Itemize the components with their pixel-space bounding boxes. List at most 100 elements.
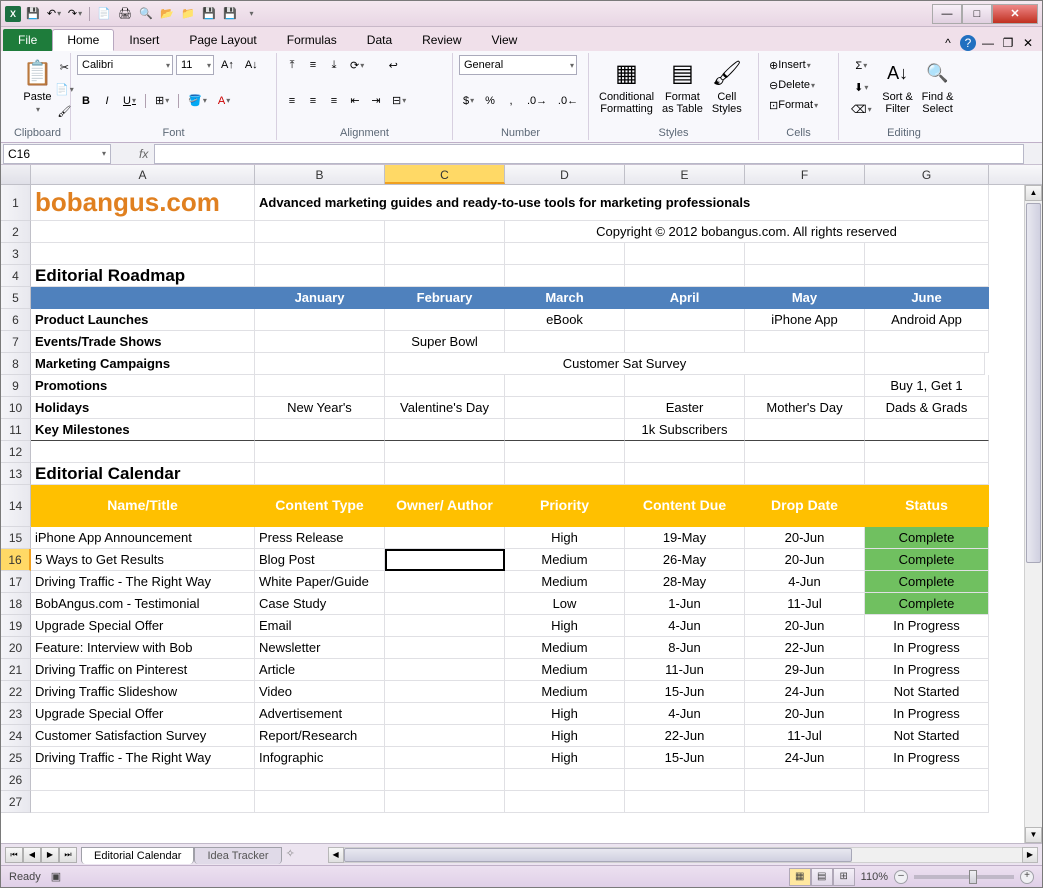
cell[interactable]: [31, 791, 255, 813]
cell[interactable]: [31, 287, 255, 309]
saveas-icon[interactable]: 💾: [221, 5, 239, 23]
orientation-icon[interactable]: ⟳▾: [346, 55, 368, 75]
roadmap-cell[interactable]: [865, 331, 989, 353]
roadmap-cell[interactable]: [505, 419, 625, 441]
calendar-owner-cell[interactable]: [385, 703, 505, 725]
calendar-header[interactable]: Content Type: [255, 485, 385, 527]
roadmap-cell[interactable]: [385, 375, 505, 397]
cell[interactable]: [745, 463, 865, 485]
cell[interactable]: [505, 791, 625, 813]
month-header[interactable]: June: [865, 287, 989, 309]
month-header[interactable]: February: [385, 287, 505, 309]
calendar-priority-cell[interactable]: Medium: [505, 571, 625, 593]
cell[interactable]: [385, 221, 505, 243]
align-bottom-icon[interactable]: ⤓: [325, 55, 343, 75]
zoom-in-icon[interactable]: +: [1020, 870, 1034, 884]
row-header[interactable]: 27: [1, 791, 31, 813]
next-sheet-icon[interactable]: ▶: [41, 847, 59, 863]
calendar-priority-cell[interactable]: High: [505, 725, 625, 747]
roadmap-cell[interactable]: [505, 397, 625, 419]
calendar-status-cell[interactable]: In Progress: [865, 747, 989, 769]
roadmap-cell[interactable]: 1k Subscribers: [625, 419, 745, 441]
row-header[interactable]: 4: [1, 265, 31, 287]
calendar-type-cell[interactable]: Email: [255, 615, 385, 637]
format-painter-icon[interactable]: 🖌: [51, 101, 78, 121]
cell[interactable]: [745, 791, 865, 813]
cell[interactable]: [505, 769, 625, 791]
cell[interactable]: [385, 265, 505, 287]
cell[interactable]: [31, 769, 255, 791]
calendar-owner-cell[interactable]: [385, 725, 505, 747]
normal-view-icon[interactable]: ▦: [789, 868, 811, 886]
column-header-E[interactable]: E: [625, 165, 745, 184]
roadmap-cell[interactable]: [625, 331, 745, 353]
row-header[interactable]: 7: [1, 331, 31, 353]
minimize-ribbon-icon[interactable]: ^: [940, 35, 956, 51]
fill-color-icon[interactable]: 🪣▾: [184, 91, 211, 111]
roadmap-cell[interactable]: Mother's Day: [745, 397, 865, 419]
column-header-G[interactable]: G: [865, 165, 989, 184]
scroll-down-icon[interactable]: ▼: [1025, 827, 1042, 843]
calendar-drop-cell[interactable]: 24-Jun: [745, 747, 865, 769]
cell[interactable]: [745, 265, 865, 287]
row-header[interactable]: 9: [1, 375, 31, 397]
tab-insert[interactable]: Insert: [114, 29, 174, 51]
wb-close-icon[interactable]: ✕: [1020, 35, 1036, 51]
zoom-slider-handle[interactable]: [969, 870, 977, 884]
calendar-due-cell[interactable]: 4-Jun: [625, 703, 745, 725]
column-header-D[interactable]: D: [505, 165, 625, 184]
zoom-level[interactable]: 110%: [861, 871, 888, 883]
row-header[interactable]: 19: [1, 615, 31, 637]
row-header[interactable]: 26: [1, 769, 31, 791]
roadmap-cell[interactable]: Easter: [625, 397, 745, 419]
calendar-status-cell[interactable]: In Progress: [865, 703, 989, 725]
cell[interactable]: [255, 265, 385, 287]
scroll-right-icon[interactable]: ▶: [1022, 847, 1038, 863]
roadmap-cell[interactable]: Buy 1, Get 1: [865, 375, 989, 397]
roadmap-cell[interactable]: Dads & Grads: [865, 397, 989, 419]
calendar-priority-cell[interactable]: High: [505, 747, 625, 769]
row-header[interactable]: 23: [1, 703, 31, 725]
calendar-drop-cell[interactable]: 22-Jun: [745, 637, 865, 659]
row-header[interactable]: 1: [1, 185, 31, 221]
calendar-type-cell[interactable]: Press Release: [255, 527, 385, 549]
align-top-icon[interactable]: ⤒: [283, 55, 301, 75]
wb-minimize-icon[interactable]: —: [980, 35, 996, 51]
open-icon[interactable]: 📂: [158, 5, 176, 23]
calendar-due-cell[interactable]: 26-May: [625, 549, 745, 571]
tab-file[interactable]: File: [3, 29, 52, 51]
calendar-due-cell[interactable]: 11-Jun: [625, 659, 745, 681]
cell-styles-button[interactable]: 🖌 Cell Styles: [707, 55, 747, 117]
currency-icon[interactable]: $▾: [459, 91, 478, 111]
zoom-out-icon[interactable]: –: [894, 870, 908, 884]
roadmap-cell[interactable]: eBook: [505, 309, 625, 331]
calendar-status-cell[interactable]: Complete: [865, 527, 989, 549]
minimize-button[interactable]: —: [932, 4, 962, 24]
column-header-B[interactable]: B: [255, 165, 385, 184]
calendar-status-cell[interactable]: Complete: [865, 571, 989, 593]
calendar-type-cell[interactable]: Advertisement: [255, 703, 385, 725]
open-folder-icon[interactable]: 📁: [179, 5, 197, 23]
hscroll-thumb[interactable]: [344, 848, 853, 862]
italic-button[interactable]: I: [98, 91, 116, 111]
conditional-formatting-button[interactable]: ▦ Conditional Formatting: [595, 55, 658, 117]
fill-icon[interactable]: ⬇▾: [847, 77, 876, 98]
roadmap-cell[interactable]: [865, 419, 989, 441]
align-right-icon[interactable]: ≡: [325, 91, 343, 111]
calendar-priority-cell[interactable]: High: [505, 703, 625, 725]
cell[interactable]: [31, 441, 255, 463]
column-header-C[interactable]: C: [385, 165, 505, 184]
cell[interactable]: [865, 463, 989, 485]
calendar-priority-cell[interactable]: High: [505, 615, 625, 637]
calendar-type-cell[interactable]: Newsletter: [255, 637, 385, 659]
roadmap-cell[interactable]: iPhone App: [745, 309, 865, 331]
calendar-due-cell[interactable]: 15-Jun: [625, 747, 745, 769]
undo-icon[interactable]: ↶▾: [45, 5, 63, 23]
zoom-slider[interactable]: [914, 875, 1014, 879]
cell[interactable]: [865, 265, 989, 287]
roadmap-row-label[interactable]: Holidays: [31, 397, 255, 419]
calendar-title-cell[interactable]: Driving Traffic on Pinterest: [31, 659, 255, 681]
tab-formulas[interactable]: Formulas: [272, 29, 352, 51]
calendar-status-cell[interactable]: In Progress: [865, 659, 989, 681]
copy-icon[interactable]: 📄▾: [51, 79, 78, 99]
